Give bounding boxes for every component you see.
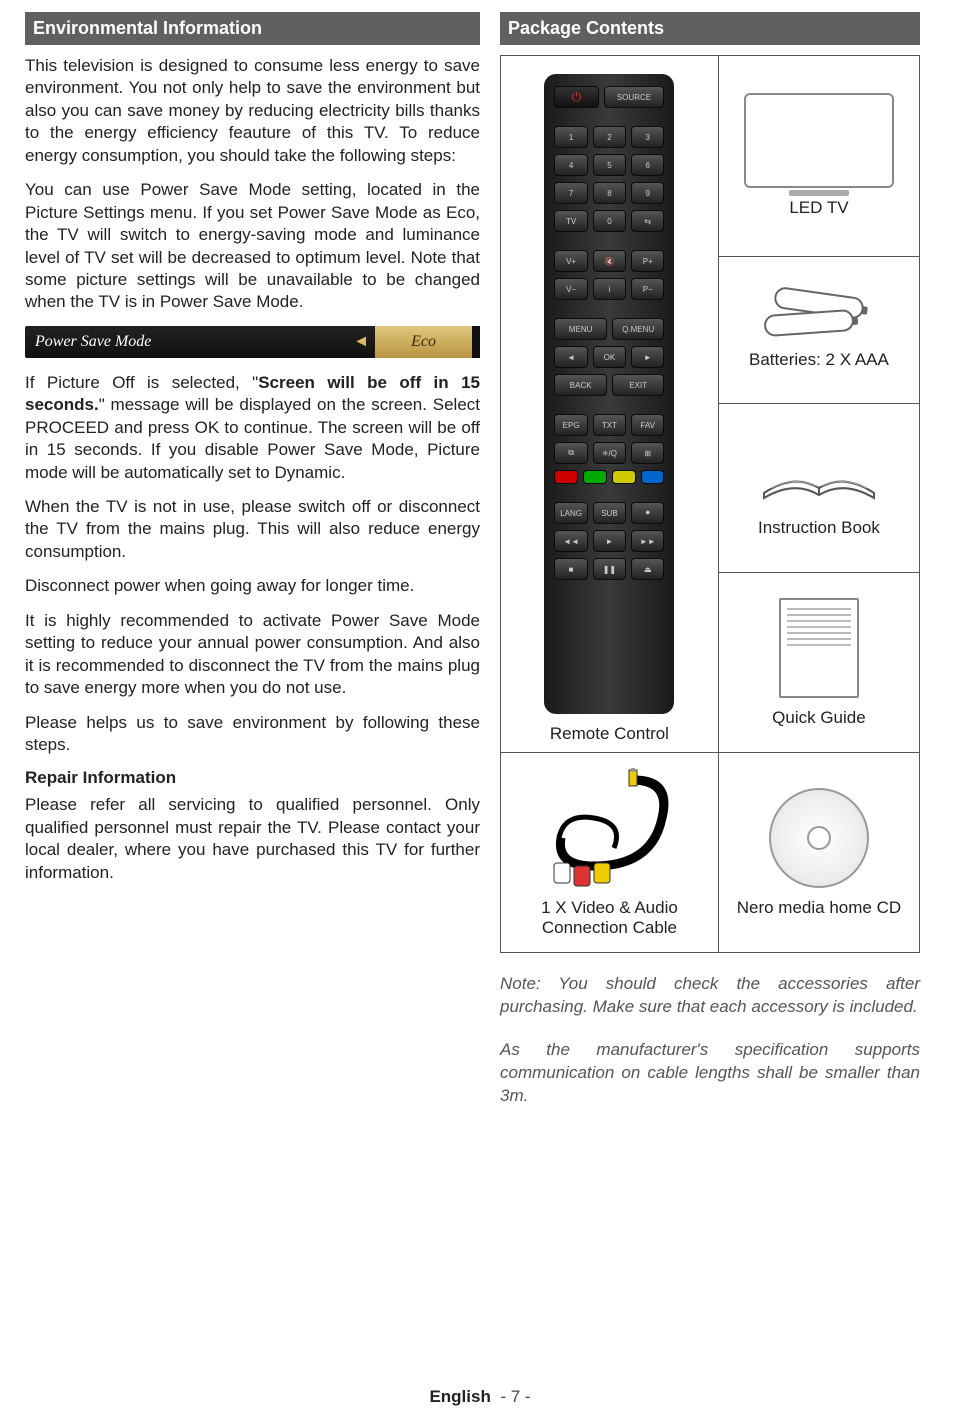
cd-label: Nero media home CD xyxy=(723,898,915,918)
book-cell: Instruction Book xyxy=(718,404,919,573)
osd-right-edge xyxy=(472,326,480,358)
guide-label: Quick Guide xyxy=(723,708,915,728)
env-powersave-desc: You can use Power Save Mode setting, loc… xyxy=(25,179,480,314)
switch-off-paragraph: When the TV is not in use, please switch… xyxy=(25,496,480,563)
batteries-icon xyxy=(764,290,874,340)
accessories-note: Note: You should check the accessories a… xyxy=(500,973,920,1019)
package-contents-column: Package Contents ⏻SOURCE 123 456 789 TV0… xyxy=(500,12,920,1108)
osd-power-save-mode: Power Save Mode ◄ Eco xyxy=(25,326,480,358)
tv-icon xyxy=(744,93,894,188)
disconnect-paragraph: Disconnect power when going away for lon… xyxy=(25,575,480,597)
cd-icon xyxy=(769,788,869,888)
book-label: Instruction Book xyxy=(723,518,915,538)
env-info-column: Environmental Information This televisio… xyxy=(25,12,480,1108)
cable-icon xyxy=(544,768,674,888)
cable-cell: 1 X Video & Audio Connection Cable xyxy=(501,753,719,953)
repair-heading: Repair Information xyxy=(25,768,480,788)
env-intro: This television is designed to consume l… xyxy=(25,55,480,167)
remote-icon: ⏻SOURCE 123 456 789 TV0⇆ V+🔇P+ V−iP− MEN… xyxy=(544,74,674,714)
page-footer: English - 7 - xyxy=(0,1387,960,1407)
osd-value: Eco xyxy=(375,326,472,358)
footer-language: English xyxy=(429,1387,490,1406)
batteries-cell: Batteries: 2 X AAA xyxy=(718,256,919,404)
cable-label: 1 X Video & Audio Connection Cable xyxy=(505,898,714,938)
p3a: If Picture Off is selected, " xyxy=(25,373,258,392)
env-info-header: Environmental Information xyxy=(25,12,480,45)
package-table: ⏻SOURCE 123 456 789 TV0⇆ V+🔇P+ V−iP− MEN… xyxy=(500,55,920,953)
remote-cell: ⏻SOURCE 123 456 789 TV0⇆ V+🔇P+ V−iP− MEN… xyxy=(501,56,719,753)
repair-paragraph: Please refer all servicing to qualified … xyxy=(25,794,480,884)
guide-icon xyxy=(779,598,859,698)
cable-length-note: As the manufacturer's specification supp… xyxy=(500,1039,920,1108)
tv-cell: LED TV xyxy=(718,56,919,257)
guide-cell: Quick Guide xyxy=(718,573,919,753)
cd-cell: Nero media home CD xyxy=(718,753,919,953)
arrow-left-icon: ◄ xyxy=(347,333,375,351)
batteries-label: Batteries: 2 X AAA xyxy=(723,350,915,370)
recommend-paragraph: It is highly recommended to activate Pow… xyxy=(25,610,480,700)
help-save-paragraph: Please helps us to save environment by f… xyxy=(25,712,480,757)
package-header: Package Contents xyxy=(500,12,920,45)
footer-page: - 7 - xyxy=(500,1387,530,1406)
osd-label: Power Save Mode xyxy=(25,333,347,351)
remote-label: Remote Control xyxy=(550,724,669,743)
tv-label: LED TV xyxy=(723,198,915,218)
book-icon xyxy=(759,438,879,508)
picture-off-paragraph: If Picture Off is selected, "Screen will… xyxy=(25,372,480,484)
